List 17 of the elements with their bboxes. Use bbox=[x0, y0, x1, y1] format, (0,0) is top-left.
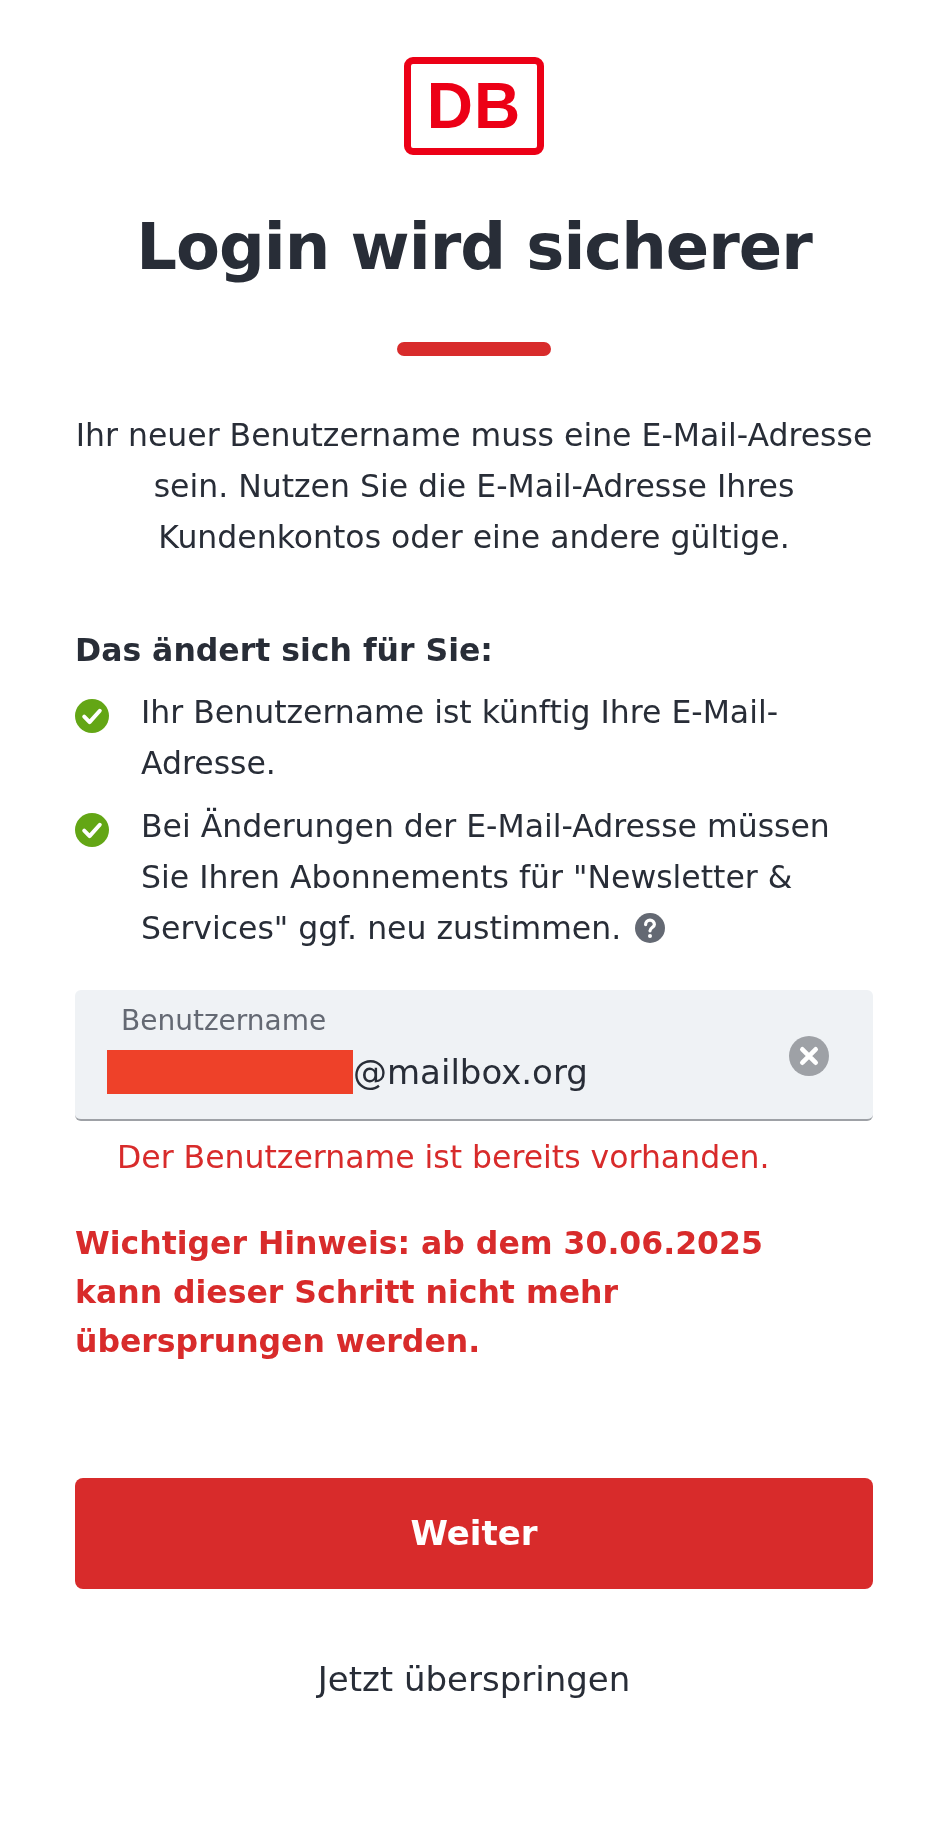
error-message: Der Benutzername ist bereits vorhanden. bbox=[116, 1138, 771, 1175]
skip-link[interactable]: Jetzt überspringen bbox=[317, 1656, 631, 1701]
intro-text: Ihr neuer Benutzername muss eine E-Mail-Adresse sein. Nutzen Sie die E-Mail-Adresse Ihres Kundenkontos oder eine andere gültige. bbox=[74, 415, 874, 557]
notice-text: Wichtiger Hinweis: ab dem 30.06.2025 kann dieser Schritt nicht mehr übersprungen werden. bbox=[75, 1223, 764, 1361]
help-icon[interactable] bbox=[635, 912, 666, 943]
changes-heading: Das ändert sich für Sie: bbox=[75, 630, 494, 670]
check-icon bbox=[75, 698, 109, 733]
continue-button[interactable]: Weiter bbox=[75, 1477, 873, 1589]
clear-icon[interactable] bbox=[789, 1035, 829, 1076]
page-title: Login wird sicherer bbox=[136, 209, 812, 286]
username-field[interactable]: Benutzername @mailbox.org bbox=[75, 989, 873, 1121]
check-icon bbox=[75, 812, 109, 847]
change-text: Bei Änderungen der E-Mail-Adresse müssen Sie Ihren Abonnements für "Newsletter & Services" ggf. neu zustimmen. bbox=[141, 806, 831, 948]
field-value: @mailbox.org bbox=[353, 1050, 588, 1094]
db-logo: DB bbox=[404, 57, 544, 155]
field-label: Benutzername bbox=[121, 1003, 328, 1038]
change-text: Ihr Benutzername ist künftig Ihre E-Mail-Adresse. bbox=[141, 692, 780, 783]
